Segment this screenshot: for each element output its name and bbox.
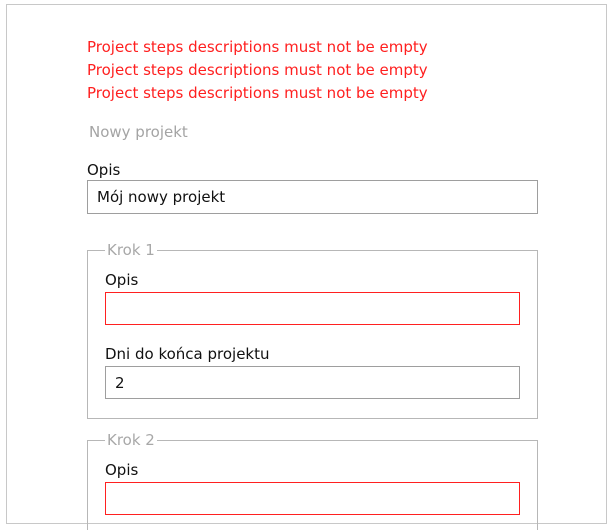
step-2-description-label: Opis [105,461,139,479]
project-description-input[interactable] [87,180,538,214]
project-description-label: Opis [87,161,121,179]
step-1-description-label: Opis [105,271,139,289]
project-form-window: Project steps descriptions must not be e… [6,4,607,530]
step-2-description-input[interactable] [105,482,520,515]
validation-errors: Project steps descriptions must not be e… [87,36,539,105]
step-2-group: Krok 2 Opis [87,430,538,530]
step-1-description-input[interactable] [105,292,520,325]
validation-error: Project steps descriptions must not be e… [87,38,428,56]
step-1-days-label: Dni do końca projektu [105,345,270,363]
step-1-legend: Krok 1 [107,241,155,259]
form-title: Nowy projekt [89,123,188,141]
step-1-group: Krok 1 Opis Dni do końca projektu [87,240,538,419]
step-1-days-input[interactable] [105,366,520,399]
validation-error: Project steps descriptions must not be e… [87,61,428,79]
project-form: Project steps descriptions must not be e… [87,36,539,530]
validation-error: Project steps descriptions must not be e… [87,84,428,102]
step-2-legend: Krok 2 [107,431,155,449]
